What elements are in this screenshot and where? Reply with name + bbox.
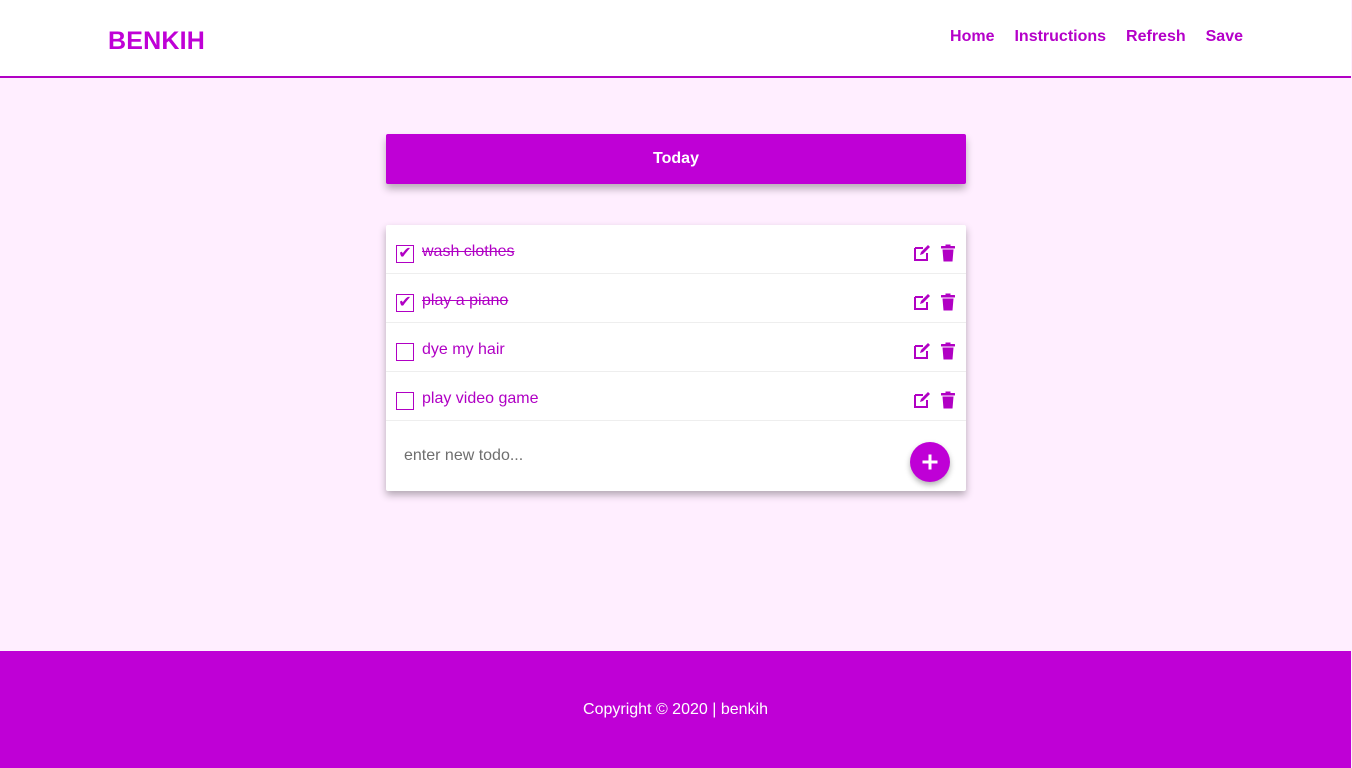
todo-text[interactable]: dye my hair <box>422 341 505 359</box>
nav-links: Home Instructions Refresh Save <box>950 28 1243 46</box>
footer: Copyright © 2020 | benkih <box>0 651 1351 768</box>
trash-icon[interactable] <box>940 244 958 262</box>
trash-icon[interactable] <box>940 342 958 360</box>
todo-text[interactable]: play video game <box>422 390 539 408</box>
nav-link-home[interactable]: Home <box>950 28 994 46</box>
trash-icon[interactable] <box>940 293 958 311</box>
list-title: Today <box>653 150 699 167</box>
edit-icon[interactable] <box>913 342 931 360</box>
todo-item: ✔ play a piano <box>386 274 966 323</box>
nav-link-refresh[interactable]: Refresh <box>1126 28 1186 46</box>
todo-text[interactable]: wash clothes <box>422 243 515 261</box>
new-todo-row <box>386 421 966 491</box>
edit-icon[interactable] <box>913 391 931 409</box>
todo-checkbox[interactable] <box>396 392 414 410</box>
todo-checkbox[interactable]: ✔ <box>396 245 414 263</box>
edit-icon[interactable] <box>913 244 931 262</box>
plus-icon <box>922 454 938 470</box>
brand-logo[interactable]: BENKIH <box>108 27 205 56</box>
todo-checkbox[interactable] <box>396 343 414 361</box>
list-title-bar: Today <box>386 134 966 184</box>
todo-text[interactable]: play a piano <box>422 292 508 310</box>
new-todo-input[interactable] <box>404 445 884 467</box>
nav-link-instructions[interactable]: Instructions <box>1014 28 1106 46</box>
copyright-text: Copyright © 2020 | benkih <box>583 700 768 718</box>
todo-card: ✔ wash clothes ✔ play a piano dye my hai… <box>386 225 966 491</box>
todo-item: dye my hair <box>386 323 966 372</box>
nav-link-save[interactable]: Save <box>1206 28 1243 46</box>
edit-icon[interactable] <box>913 293 931 311</box>
todo-checkbox[interactable]: ✔ <box>396 294 414 312</box>
trash-icon[interactable] <box>940 391 958 409</box>
add-todo-button[interactable] <box>910 442 950 482</box>
navbar: BENKIH Home Instructions Refresh Save <box>0 0 1351 78</box>
todo-item: play video game <box>386 372 966 421</box>
todo-item: ✔ wash clothes <box>386 225 966 274</box>
